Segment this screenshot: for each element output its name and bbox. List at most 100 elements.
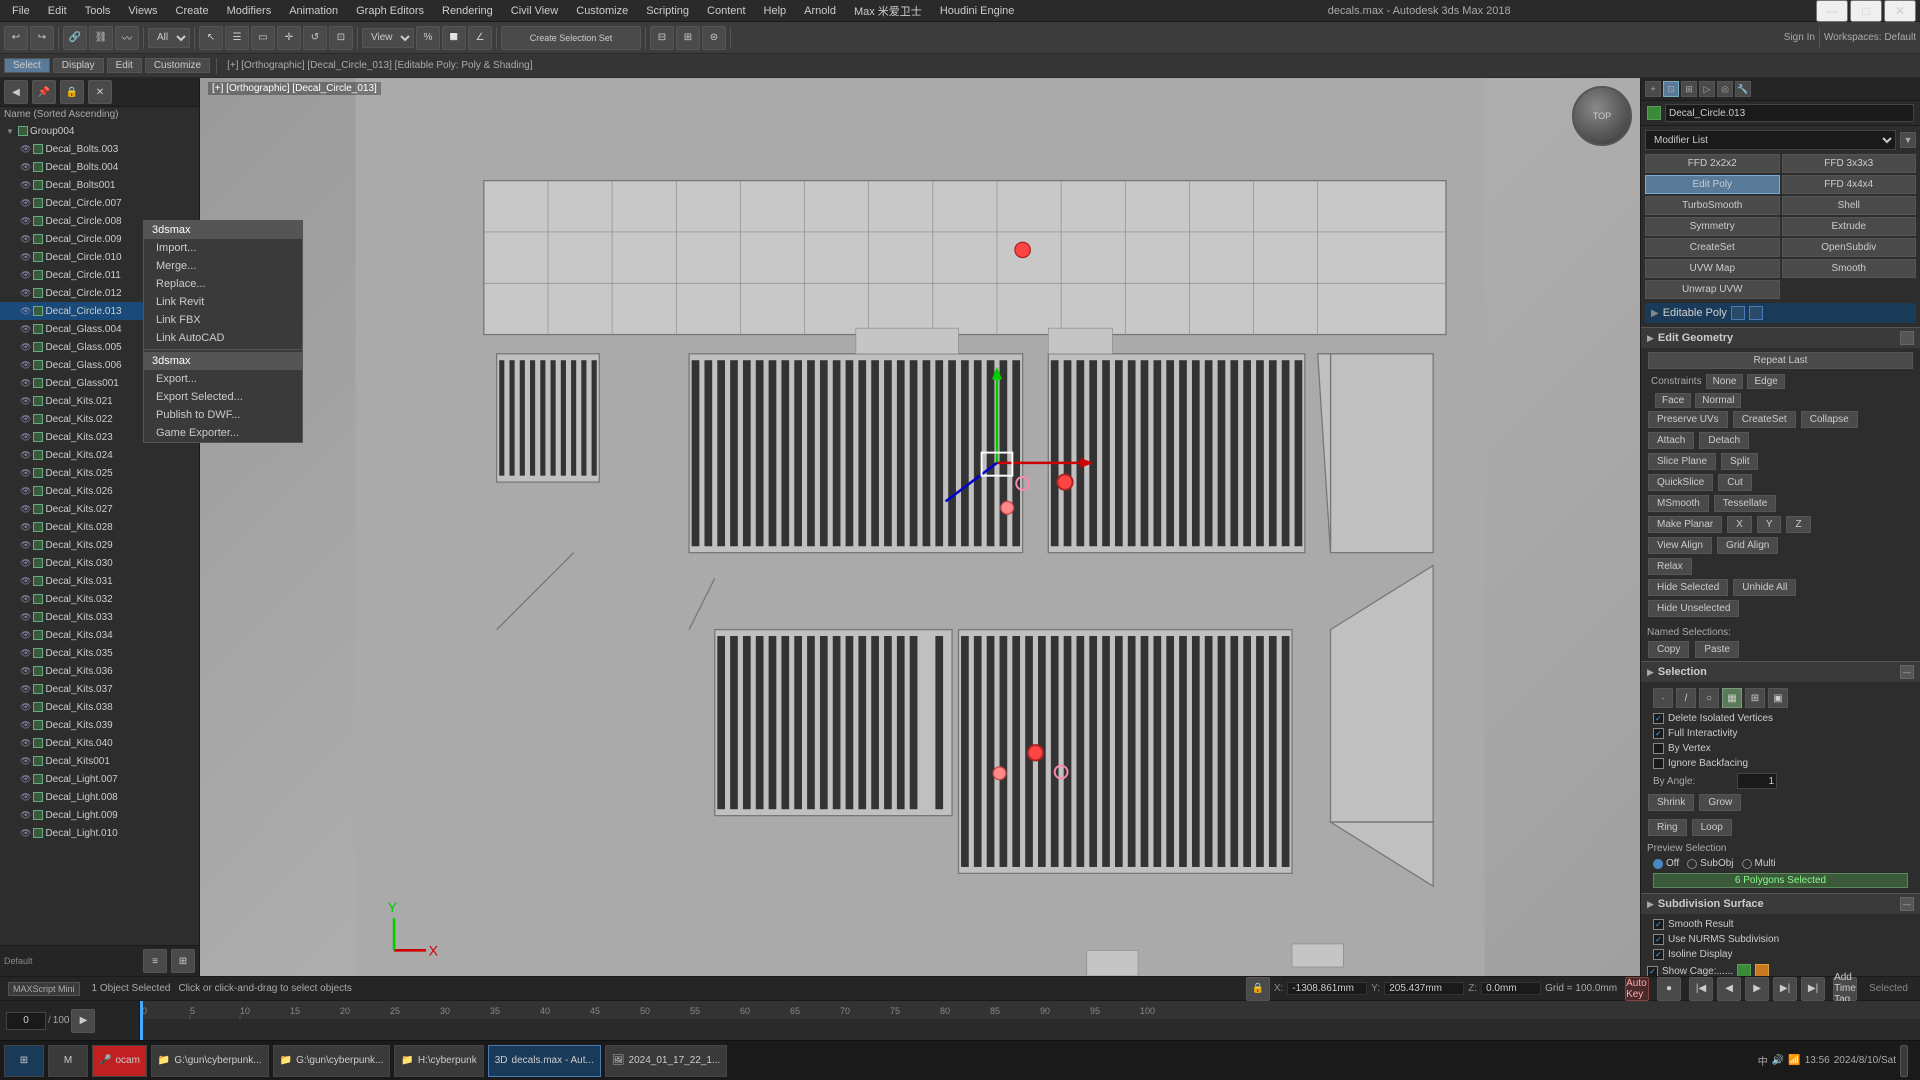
list-item[interactable]: 👁 Decal_Kits.036 (0, 662, 199, 680)
reference-coord-dropdown[interactable]: View (362, 28, 414, 48)
menu-file[interactable]: File (4, 3, 38, 19)
select-link-button[interactable]: 🔗 (63, 26, 87, 50)
list-item[interactable]: 👁 Decal_Light.007 (0, 770, 199, 788)
ctx-game-exporter[interactable]: Game Exporter... (144, 424, 199, 442)
menu-edit[interactable]: Edit (40, 3, 75, 19)
use-nurms-checkbox[interactable] (1653, 934, 1664, 945)
copy-selection-btn[interactable]: Copy (1648, 641, 1689, 658)
unwrap-uvw-btn[interactable]: Unwrap UVW (1645, 280, 1780, 299)
rp-display-icon[interactable]: ◎ (1717, 81, 1733, 97)
smooth-result-checkbox[interactable] (1653, 919, 1664, 930)
menu-tools[interactable]: Tools (77, 3, 119, 19)
rp-motion-icon[interactable]: ▷ (1699, 81, 1715, 97)
icon-view-btn[interactable]: ⊞ (171, 949, 195, 973)
create-selection-set-button[interactable]: Create Selection Set (501, 26, 641, 50)
selection-section[interactable]: ▶ Selection — (1641, 661, 1920, 682)
ffd-3x3x3-btn[interactable]: FFD 3x3x3 (1782, 154, 1917, 173)
quick-slice-btn[interactable]: QuickSlice (1648, 474, 1713, 491)
angle-snap-button[interactable]: ∠ (468, 26, 492, 50)
list-item[interactable]: 👁 Decal_Circle.007 (0, 194, 199, 212)
menu-animation[interactable]: Animation (281, 3, 346, 19)
select-by-name-button[interactable]: ☰ (225, 26, 249, 50)
menu-arnold[interactable]: Arnold (796, 3, 844, 19)
menu-views[interactable]: Views (120, 3, 165, 19)
list-item[interactable]: 👁 Decal_Light.009 (0, 806, 199, 824)
preview-off-radio[interactable]: Off (1653, 858, 1679, 869)
timeline-track[interactable]: 0 5 10 15 20 25 30 35 40 45 50 55 60 (140, 1001, 1920, 1040)
ctx-export[interactable]: Export... (144, 370, 199, 388)
menu-max[interactable]: Max 米爱卫士 (846, 1, 930, 21)
ignore-backfacing-checkbox[interactable] (1653, 758, 1664, 769)
minimize-button[interactable]: — (1816, 0, 1848, 22)
edit-poly-btn[interactable]: Edit Poly (1645, 175, 1780, 194)
app-explorer-2[interactable]: 📁 G:\gun\cyberpunk... (273, 1045, 391, 1077)
symmetry-btn[interactable]: Symmetry (1645, 217, 1780, 236)
display-mode-button[interactable]: Display (53, 58, 104, 73)
list-item[interactable]: 👁 Decal_Kits.024 (0, 446, 199, 464)
list-item[interactable]: 👁 Decal_Light.010 (0, 824, 199, 842)
list-item[interactable]: 👁 Decal_Kits.031 (0, 572, 199, 590)
ffd-4x4x4-btn[interactable]: FFD 4x4x4 (1782, 175, 1917, 194)
ctx-publish-dwf[interactable]: Publish to DWF... (144, 406, 199, 424)
cage-color-2[interactable] (1755, 964, 1769, 976)
view-align-btn[interactable]: View Align (1648, 537, 1712, 554)
extrude-btn[interactable]: Extrude (1782, 217, 1917, 236)
collapse-btn[interactable]: Collapse (1801, 411, 1858, 428)
modifier-options-btn[interactable]: ▼ (1900, 132, 1916, 148)
panel-toggle[interactable]: ◀ (4, 80, 28, 104)
menu-rendering[interactable]: Rendering (434, 3, 501, 19)
preview-subobj-radio[interactable]: SubObj (1687, 858, 1733, 869)
maximize-button[interactable]: □ (1850, 0, 1882, 22)
app-explorer-3[interactable]: 📁 H:\cyberpunk (394, 1045, 483, 1077)
ctx-import[interactable]: Import... (144, 239, 199, 257)
hide-unselected-btn[interactable]: Hide Unselected (1648, 600, 1739, 617)
navigation-cube[interactable]: TOP (1572, 86, 1632, 146)
uvw-map-btn[interactable]: UVW Map (1645, 259, 1780, 278)
poly-mode-icon[interactable]: ▣ (1768, 688, 1788, 708)
ctx-link-revit[interactable]: Link Revit (144, 293, 199, 311)
list-item[interactable]: 👁 Decal_Kits.029 (0, 536, 199, 554)
panel-lock[interactable]: 🔒 (60, 80, 84, 104)
shell-btn[interactable]: Shell (1782, 196, 1917, 215)
show-cage-checkbox[interactable] (1647, 966, 1658, 977)
shrink-btn[interactable]: Shrink (1648, 794, 1694, 811)
turbo-smooth-btn[interactable]: TurboSmooth (1645, 196, 1780, 215)
subdiv-collapse-btn[interactable]: — (1900, 897, 1914, 911)
preview-multi-radio[interactable]: Multi (1742, 858, 1776, 869)
list-item[interactable]: 👁 Decal_Kits.034 (0, 626, 199, 644)
auto-key-btn[interactable]: Auto Key (1625, 977, 1649, 1001)
list-item[interactable]: 👁 Decal_Kits.032 (0, 590, 199, 608)
ep-settings-btn[interactable] (1731, 306, 1745, 320)
delete-isolated-checkbox[interactable] (1653, 713, 1664, 724)
maxscript-btn[interactable]: M (48, 1045, 88, 1077)
object-color-swatch[interactable] (1647, 106, 1661, 120)
list-item[interactable]: 👁 Decal_Light.008 (0, 788, 199, 806)
set-key-btn[interactable]: ● (1657, 977, 1681, 1001)
ffd-2x2x2-btn[interactable]: FFD 2x2x2 (1645, 154, 1780, 173)
list-item[interactable]: 👁 Decal_Kits.040 (0, 734, 199, 752)
list-item[interactable]: 👁 Decal_Kits.030 (0, 554, 199, 572)
array-button[interactable]: ⊞ (676, 26, 700, 50)
ctx-link-fbx[interactable]: Link FBX (144, 311, 199, 329)
element-select-icon[interactable]: ⊞ (1745, 688, 1765, 708)
attach-btn[interactable]: Attach (1648, 432, 1694, 449)
modifier-list-dropdown[interactable]: Modifier List (1645, 130, 1896, 150)
menu-help[interactable]: Help (756, 3, 795, 19)
scale-button[interactable]: ⊡ (329, 26, 353, 50)
list-item[interactable]: 👁 Decal_Kits.033 (0, 608, 199, 626)
bind-space-warp-button[interactable]: 〰 (115, 26, 139, 50)
unlink-button[interactable]: ⛓ (89, 26, 113, 50)
hide-selected-btn[interactable]: Hide Selected (1648, 579, 1728, 596)
create-btn[interactable]: CreateSet (1733, 411, 1796, 428)
constraint-none-btn[interactable]: None (1706, 374, 1744, 389)
unhide-all-btn[interactable]: Unhide All (1733, 579, 1796, 596)
constraint-normal-btn[interactable]: Normal (1695, 393, 1741, 408)
y-btn[interactable]: Y (1757, 516, 1782, 533)
grow-btn[interactable]: Grow (1699, 794, 1741, 811)
customize-mode-button[interactable]: Customize (145, 58, 210, 73)
constraint-edge-btn[interactable]: Edge (1747, 374, 1784, 389)
tessellate-btn[interactable]: Tessellate (1714, 495, 1776, 512)
filter-dropdown[interactable]: All (148, 28, 190, 48)
snaps-toggle[interactable]: 🔲 (442, 26, 466, 50)
list-item[interactable]: 👁 Decal_Kits001 (0, 752, 199, 770)
